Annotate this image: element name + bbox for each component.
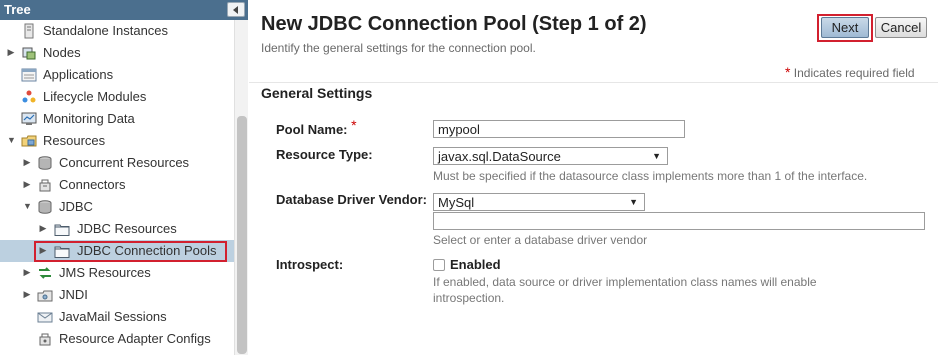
pool-name-input[interactable] <box>433 120 685 138</box>
expand-arrow-icon[interactable]: ▶ <box>23 289 31 299</box>
tree-item-jdbc-resources[interactable]: ▶ JDBC Resources <box>0 218 234 240</box>
tree-item-jndi[interactable]: ▶ JNDI <box>0 284 234 306</box>
introspect-checkbox[interactable] <box>433 259 445 271</box>
tree-item-label: Standalone Instances <box>43 23 169 38</box>
tree-title: Tree <box>4 2 31 17</box>
section-divider <box>249 82 938 83</box>
tree-item-label: Resources <box>43 133 106 148</box>
tree-item-label: JDBC Resources <box>77 221 177 236</box>
tree-item-standalone-instances[interactable]: Standalone Instances <box>0 20 234 42</box>
database-icon <box>38 200 52 214</box>
folder-icon <box>54 224 70 236</box>
introspect-checkbox-label[interactable]: Enabled <box>450 257 501 272</box>
tree-item-resource-adapter-configs[interactable]: Resource Adapter Configs <box>0 328 234 350</box>
tree-item-lifecycle-modules[interactable]: Lifecycle Modules <box>0 86 234 108</box>
collapse-tree-button[interactable] <box>227 2 245 17</box>
pool-name-label-text: Pool Name: <box>276 122 348 137</box>
connector-icon <box>39 179 51 192</box>
tree-item-label: Lifecycle Modules <box>43 89 147 104</box>
resource-type-label: Resource Type: <box>276 147 373 162</box>
scrollbar-thumb[interactable] <box>237 116 247 354</box>
collapse-arrow-icon[interactable]: ▼ <box>23 201 32 211</box>
collapse-arrow-icon[interactable]: ▼ <box>7 135 16 145</box>
expand-arrow-icon[interactable]: ▶ <box>23 179 31 189</box>
monitor-icon <box>21 112 37 125</box>
database-icon <box>38 156 52 170</box>
dropdown-arrow-icon: ▼ <box>652 151 661 161</box>
tree-item-label: Connectors <box>59 177 126 192</box>
tree-item-concurrent-resources[interactable]: ▶ Concurrent Resources <box>0 152 234 174</box>
tree-item-label: Concurrent Resources <box>59 155 190 170</box>
tree-item-label: Monitoring Data <box>43 111 135 126</box>
tree-item-connectors[interactable]: ▶ Connectors <box>0 174 234 196</box>
tree-item-applications[interactable]: Applications <box>0 64 234 86</box>
cancel-button[interactable]: Cancel <box>875 17 927 38</box>
required-field-note: * Indicates required field <box>785 64 915 80</box>
tree-item-resources[interactable]: ▼ Resources <box>0 130 234 152</box>
introspect-help: If enabled, data source or driver implem… <box>433 275 817 305</box>
resource-type-select[interactable]: javax.sql.DataSource ▼ <box>433 147 668 165</box>
main-content: New JDBC Connection Pool (Step 1 of 2) I… <box>249 0 938 355</box>
dropdown-arrow-icon: ▼ <box>629 197 638 207</box>
tree-item-nodes[interactable]: ▶ Nodes <box>0 42 234 64</box>
expand-arrow-icon[interactable]: ▶ <box>39 223 47 233</box>
tree-item-label: JavaMail Sessions <box>59 309 167 324</box>
tree-item-jms-resources[interactable]: ▶ JMS Resources <box>0 262 234 284</box>
resources-icon <box>21 135 37 147</box>
vendor-select[interactable]: MySql ▼ <box>433 193 645 211</box>
page-title: New JDBC Connection Pool (Step 1 of 2) <box>261 13 647 35</box>
selection-highlight-outline <box>34 241 227 262</box>
server-icon <box>24 23 34 39</box>
resource-type-help: Must be specified if the datasource clas… <box>433 169 868 183</box>
resource-type-selected-value: javax.sql.DataSource <box>438 149 561 164</box>
required-note-text: Indicates required field <box>793 66 915 80</box>
pool-name-label: Pool Name: * <box>276 117 357 137</box>
jms-icon <box>39 267 51 279</box>
tree-item-label: JDBC <box>59 199 93 214</box>
tree-item-label: Nodes <box>43 45 81 60</box>
expand-arrow-icon[interactable]: ▶ <box>23 267 31 277</box>
tree-list: Standalone Instances ▶ Nodes Application… <box>0 20 248 355</box>
vendor-text-input[interactable] <box>433 212 925 230</box>
page-help-text: Identify the general settings for the co… <box>261 41 536 55</box>
tree-item-jdbc[interactable]: ▼ JDBC <box>0 196 234 218</box>
tree-item-label: Resource Adapter Configs <box>59 331 211 346</box>
expand-arrow-icon[interactable]: ▶ <box>23 157 31 167</box>
tree-item-label: JMS Resources <box>59 265 151 280</box>
tree-header: Tree <box>0 0 248 20</box>
next-button[interactable]: Next <box>821 17 869 38</box>
mail-icon <box>37 312 53 323</box>
vendor-label: Database Driver Vendor: <box>276 192 428 207</box>
introspect-label: Introspect: <box>276 257 344 272</box>
jndi-icon <box>37 290 53 302</box>
applications-icon <box>21 68 37 82</box>
tree-item-javamail-sessions[interactable]: JavaMail Sessions <box>0 306 234 328</box>
nodes-icon <box>22 47 36 60</box>
expand-arrow-icon[interactable]: ▶ <box>7 47 15 57</box>
required-star: * <box>351 117 357 133</box>
tree-item-label: JNDI <box>59 287 88 302</box>
lifecycle-icon <box>22 90 36 103</box>
section-title: General Settings <box>261 85 373 101</box>
tree-scrollbar[interactable] <box>234 20 248 355</box>
required-star: * <box>785 64 791 80</box>
tree-item-label: Applications <box>43 67 114 82</box>
navigation-tree: Tree Standalone Instances ▶ Nodes Applic… <box>0 0 248 355</box>
vendor-help: Select or enter a database driver vendor <box>433 233 648 247</box>
adapter-icon <box>39 333 51 346</box>
tree-item-monitoring-data[interactable]: Monitoring Data <box>0 108 234 130</box>
vendor-selected-value: MySql <box>438 195 475 210</box>
